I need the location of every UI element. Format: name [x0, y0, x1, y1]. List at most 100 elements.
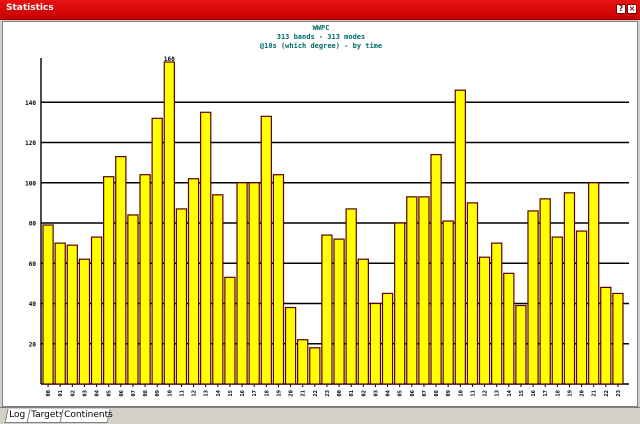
x-tick-label: 13 [204, 390, 210, 397]
statistics-window: Statistics ? × WWPC 313 bands - 313 mode… [0, 0, 640, 424]
bar [394, 222, 406, 385]
bar [309, 347, 321, 385]
bar [515, 304, 527, 385]
bar [163, 61, 175, 385]
bar [90, 236, 103, 385]
x-tick-label: 19 [276, 390, 282, 397]
bar [297, 339, 309, 385]
x-tick-label: 10 [458, 390, 464, 397]
peak-value-label: 160 [164, 56, 175, 63]
bar [236, 182, 248, 385]
bar [115, 155, 127, 385]
x-tick-label: 14 [216, 389, 222, 396]
bar [551, 236, 563, 385]
bar [503, 272, 515, 385]
bar [466, 202, 479, 385]
tab-targets-label: Targets [31, 410, 64, 420]
x-tick-label: 18 [555, 390, 561, 397]
bar [369, 302, 382, 385]
bar [575, 230, 588, 385]
bar [151, 117, 163, 385]
help-button[interactable]: ? [616, 4, 626, 14]
bar [478, 256, 491, 385]
x-tick-label: 06 [119, 389, 125, 396]
x-tick-label: 04 [386, 389, 392, 396]
x-tick-label: 08 [143, 390, 149, 397]
tab-continents-label: Continents [64, 410, 113, 420]
bar [527, 210, 539, 385]
y-tick-label: 60 [29, 261, 37, 268]
x-tick-label: 15 [228, 390, 234, 397]
bar [357, 258, 369, 385]
x-tick-label: 17 [252, 390, 258, 397]
x-tick-label: 05 [107, 390, 113, 397]
y-tick-label: 40 [29, 301, 37, 308]
bar [187, 178, 200, 385]
x-tick-label: 04 [95, 389, 101, 396]
bar [139, 174, 151, 385]
x-tick-label: 19 [567, 390, 573, 397]
x-tick-label: 17 [543, 390, 549, 397]
tab-continents[interactable]: Continents [59, 409, 113, 423]
x-tick-label: 16 [531, 389, 537, 396]
bar [539, 198, 551, 385]
x-tick-label: 11 [470, 389, 476, 396]
x-tick-label: 14 [507, 389, 513, 396]
x-tick-label: 23 [616, 390, 622, 397]
bar [103, 176, 115, 385]
title-bar[interactable]: Statistics ? × [0, 0, 640, 20]
bar [381, 292, 394, 385]
x-tick-label: 00 [46, 390, 52, 397]
bar [78, 258, 91, 385]
bar [260, 115, 272, 385]
x-tick-label: 10 [167, 390, 173, 397]
bar [200, 111, 212, 385]
y-tick-label: 100 [25, 180, 36, 187]
x-tick-label: 15 [519, 390, 525, 397]
bar [212, 194, 224, 385]
chart-area: WWPC 313 bands - 313 modes @10s (which d… [2, 21, 638, 407]
x-tick-label: 21 [301, 389, 307, 396]
bar [248, 182, 260, 385]
bar [406, 196, 418, 385]
close-button[interactable]: × [627, 4, 637, 14]
x-tick-label: 01 [58, 389, 64, 396]
bar [612, 292, 624, 385]
bar [491, 242, 503, 385]
bar [454, 89, 466, 385]
bar [600, 286, 612, 385]
x-tick-label: 01 [349, 389, 355, 396]
bar [42, 224, 54, 385]
x-tick-label: 11 [179, 389, 185, 396]
bar [224, 276, 236, 385]
bar-chart: WWPC 313 bands - 313 modes @10s (which d… [25, 24, 629, 397]
bar [272, 174, 285, 385]
chart-subtitle-2: @10s (which degree) - by time [260, 42, 382, 50]
y-tick-label: 140 [25, 100, 36, 107]
bar [563, 192, 576, 385]
x-tick-label: 07 [131, 390, 137, 397]
x-tick-label: 16 [240, 389, 246, 396]
x-tick-label: 00 [337, 390, 343, 397]
bar [66, 244, 78, 385]
x-tick-label: 20 [580, 390, 586, 397]
tab-log-label: Log [9, 410, 26, 420]
x-tick-label: 07 [422, 390, 428, 397]
bar [588, 182, 600, 385]
bar [333, 238, 345, 385]
x-tick-label: 09 [446, 390, 452, 397]
y-tick-label: 120 [25, 140, 36, 147]
x-tick-label: 21 [592, 389, 598, 396]
window-title: Statistics [6, 3, 54, 13]
x-tick-label: 08 [434, 390, 440, 397]
x-tick-label: 06 [410, 389, 416, 396]
y-tick-label: 20 [29, 341, 37, 348]
x-tick-label: 13 [495, 390, 501, 397]
chart-subtitle-1: 313 bands - 313 modes [277, 33, 366, 41]
x-tick-label: 12 [483, 390, 489, 397]
x-tick-label: 18 [264, 390, 270, 397]
x-tick-label: 03 [82, 390, 88, 397]
bar [54, 242, 66, 385]
bar [284, 306, 297, 385]
x-tick-label: 05 [398, 390, 404, 397]
